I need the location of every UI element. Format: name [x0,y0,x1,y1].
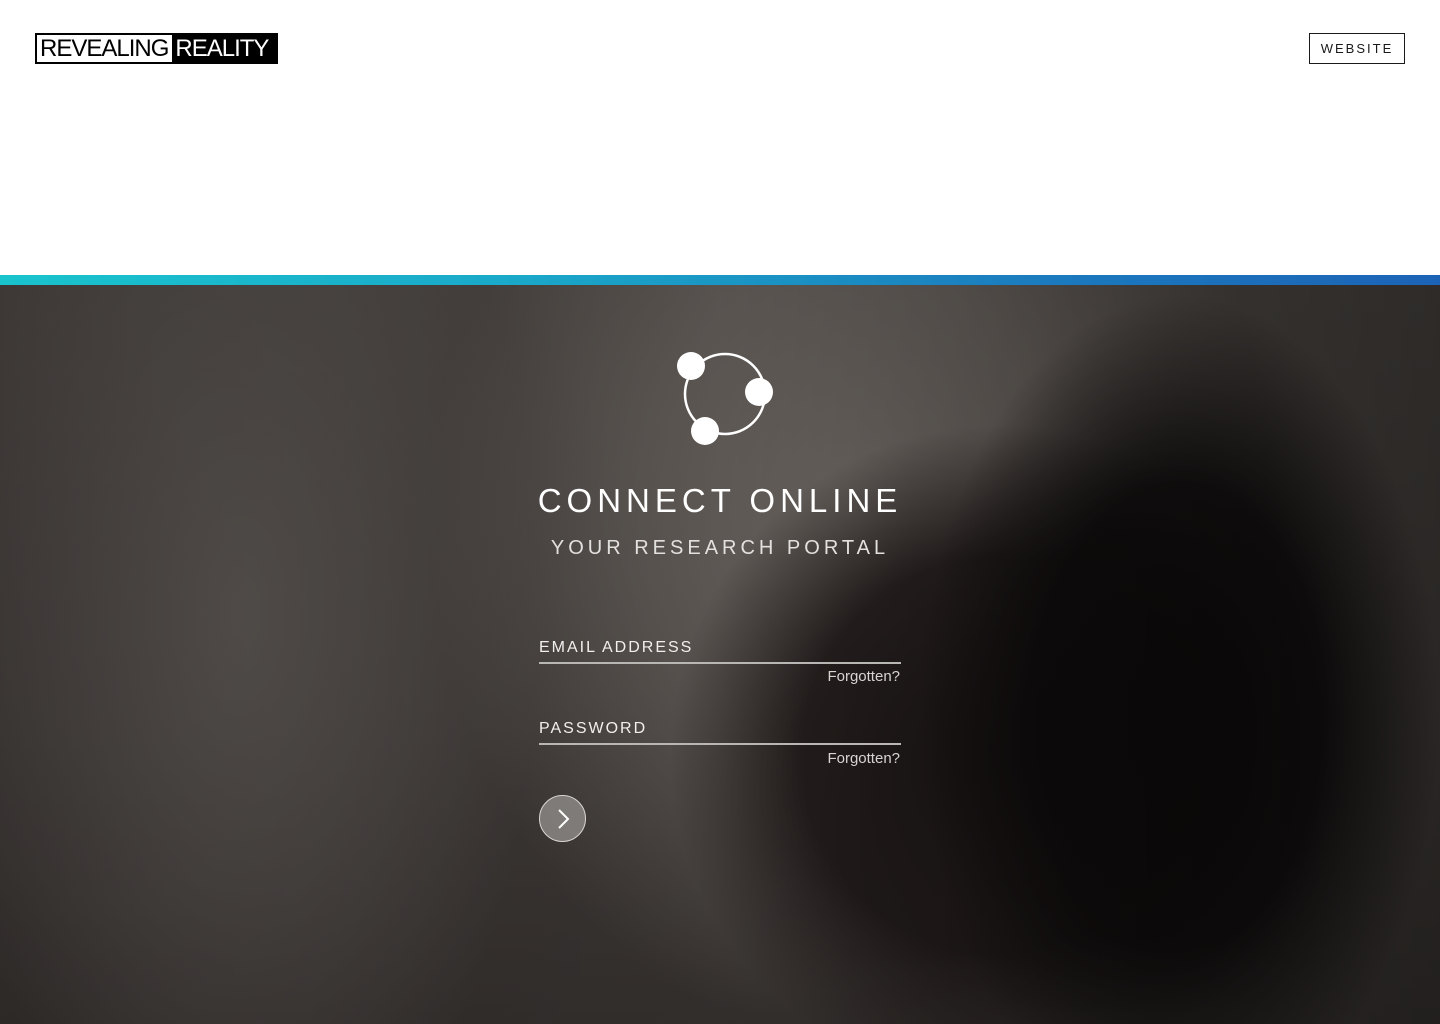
chevron-right-icon [557,808,569,829]
forgot-email-link[interactable]: Forgotten? [780,668,900,685]
email-field-wrapper [539,634,901,664]
password-field-wrapper [539,715,901,745]
forgot-password-link[interactable]: Forgotten? [780,750,900,767]
logo-word-reality: REALITY [172,35,276,62]
email-field[interactable] [539,634,901,662]
page-title: CONNECT ONLINE [537,482,903,519]
password-field[interactable] [539,715,901,743]
accent-gradient-bar [0,275,1440,285]
site-header: REVEALING REALITY WEBSITE [0,0,1440,275]
login-hero: CONNECT ONLINE YOUR RESEARCH PORTAL Forg… [0,285,1440,1024]
login-submit-button[interactable] [539,795,586,842]
website-button[interactable]: WEBSITE [1309,33,1405,64]
logo-word-revealing: REVEALING [37,35,173,62]
revealing-reality-logo[interactable]: REVEALING REALITY [35,33,278,64]
three-node-ring-icon [677,352,773,445]
page-subtitle: YOUR RESEARCH PORTAL [550,537,890,559]
